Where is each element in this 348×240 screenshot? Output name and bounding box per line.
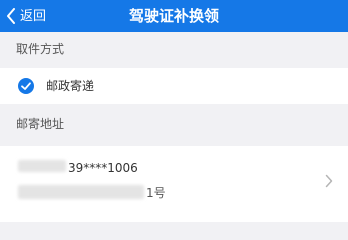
recipient-phone: 39****1006 — [68, 161, 138, 175]
pickup-method-label: 邮政寄递 — [46, 79, 95, 93]
pickup-section-title: 取件方式 — [16, 42, 65, 56]
chevron-right-icon[interactable] — [325, 174, 333, 188]
address-line: 1号 — [146, 186, 166, 200]
back-button[interactable]: 返回 — [6, 0, 46, 32]
nav-bar: 返回 驾驶证补换领 — [0, 0, 348, 32]
redacted-recipient-name — [18, 160, 66, 172]
redacted-address — [18, 185, 144, 199]
back-label: 返回 — [20, 8, 47, 24]
address-section-title: 邮寄地址 — [16, 117, 65, 131]
check-circle-icon — [18, 78, 34, 94]
pickup-option-row[interactable]: 邮政寄递 — [0, 68, 348, 104]
chevron-left-icon — [7, 8, 15, 24]
page-title: 驾驶证补换领 — [128, 7, 219, 25]
pickup-section-header: 取件方式 — [0, 32, 348, 66]
address-section-header: 邮寄地址 — [0, 104, 348, 144]
address-row[interactable] — [0, 146, 348, 222]
